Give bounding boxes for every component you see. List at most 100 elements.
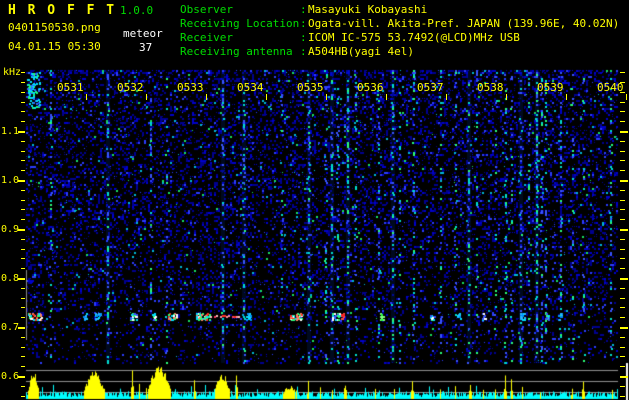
info-separator: : — [300, 3, 307, 16]
axis-tick — [620, 141, 625, 142]
time-axis-label: 0531 — [57, 81, 84, 94]
echo-count: 37 — [139, 41, 153, 54]
axis-tick — [620, 160, 625, 161]
axis-tick — [18, 131, 25, 133]
datetime-label: 04.01.15 05:30 — [8, 40, 101, 53]
axis-tick — [21, 249, 25, 250]
axis-tick — [620, 170, 625, 171]
axis-tick — [620, 258, 625, 259]
freq-axis-label: 1.0 — [1, 175, 20, 186]
axis-tick — [21, 141, 25, 142]
info-label: Observer — [180, 3, 233, 16]
info-row-observer: Observer : Masayuki Kobayashi — [180, 3, 427, 17]
axis-tick — [506, 94, 507, 100]
axis-tick — [266, 94, 267, 100]
info-value: Masayuki Kobayashi — [308, 3, 428, 16]
axis-tick — [620, 72, 625, 73]
axis-tick — [446, 94, 447, 100]
axis-tick — [21, 121, 25, 122]
axis-tick — [620, 190, 625, 191]
mode-label: meteor — [123, 27, 163, 40]
axis-tick — [620, 278, 628, 280]
axis-tick — [620, 376, 628, 378]
axis-tick — [620, 268, 625, 269]
info-label: Receiving antenna — [180, 45, 293, 58]
axis-tick — [21, 366, 25, 367]
time-axis-label: 0539 — [537, 81, 564, 94]
axis-tick — [86, 94, 87, 100]
info-value: A504HB(yagi 4el) — [308, 45, 414, 58]
axis-tick — [620, 288, 625, 289]
axis-tick — [21, 386, 25, 387]
axis-tick — [18, 376, 25, 378]
hrofft-screen: H R O F F T 1.0.0 0401150530.png meteor … — [0, 0, 629, 400]
axis-tick — [21, 209, 25, 210]
axis-tick — [21, 170, 25, 171]
app-version: 1.0.0 — [120, 4, 154, 17]
axis-tick — [21, 111, 25, 112]
info-value: ICOM IC-575 53.7492(@LCD)MHz USB — [308, 31, 520, 44]
axis-tick — [21, 298, 25, 299]
axis-tick — [620, 337, 625, 338]
axis-tick — [206, 94, 207, 100]
freq-axis-label: 0.8 — [1, 273, 20, 284]
axis-tick — [620, 131, 628, 133]
info-row-receiver: Receiver : ICOM IC-575 53.7492(@LCD)MHz … — [180, 31, 520, 45]
freq-axis-unit: kHz — [3, 67, 22, 78]
axis-tick — [620, 347, 625, 348]
axis-tick — [620, 366, 625, 367]
time-axis-label: 0532 — [117, 81, 144, 94]
axis-tick — [620, 121, 625, 122]
freq-axis-label: 1.1 — [1, 126, 20, 137]
axis-tick — [21, 102, 25, 103]
axis-tick — [21, 72, 25, 73]
info-label: Receiver — [180, 31, 233, 44]
info-row-antenna: Receiving antenna : A504HB(yagi 4el) — [180, 45, 414, 59]
axis-tick — [21, 160, 25, 161]
time-axis-label: 0538 — [477, 81, 504, 94]
axis-tick — [21, 396, 25, 397]
output-filename: 0401150530.png — [8, 21, 101, 34]
time-axis-label: 0540 — [597, 81, 624, 94]
axis-tick — [21, 258, 25, 259]
axis-tick — [620, 396, 625, 397]
axis-tick — [620, 151, 625, 152]
axis-tick — [620, 239, 625, 240]
axis-tick — [620, 386, 625, 387]
app-title: H R O F F T — [8, 3, 117, 18]
time-axis-label: 0537 — [417, 81, 444, 94]
axis-tick — [620, 356, 625, 357]
info-row-location: Receiving Location : Ogata-vill. Akita-P… — [180, 17, 619, 31]
info-label: Receiving Location — [180, 17, 300, 30]
axis-tick — [21, 92, 25, 93]
axis-tick — [620, 180, 628, 182]
freq-axis-label: 0.7 — [1, 322, 20, 333]
time-axis-label: 0535 — [297, 81, 324, 94]
info-separator: : — [300, 45, 307, 58]
axis-tick — [21, 200, 25, 201]
axis-tick — [620, 327, 628, 329]
axis-tick — [21, 288, 25, 289]
time-axis-label: 0533 — [177, 81, 204, 94]
time-axis-label: 0534 — [237, 81, 264, 94]
axis-tick — [18, 180, 25, 182]
time-axis-label: 0536 — [357, 81, 384, 94]
axis-tick — [626, 94, 627, 100]
axis-tick — [620, 209, 625, 210]
axis-tick — [620, 249, 625, 250]
axis-tick — [620, 307, 625, 308]
axis-tick — [146, 94, 147, 100]
axis-tick — [620, 219, 625, 220]
axis-tick — [21, 337, 25, 338]
axis-tick — [386, 94, 387, 100]
axis-tick — [566, 94, 567, 100]
axis-tick — [620, 317, 625, 318]
axis-tick — [326, 94, 327, 100]
info-value: Ogata-vill. Akita-Pref. JAPAN (139.96E, … — [308, 17, 620, 30]
axis-tick — [21, 317, 25, 318]
axis-tick — [21, 356, 25, 357]
axis-tick — [21, 82, 25, 83]
freq-axis-label: 0.6 — [1, 371, 20, 382]
axis-tick — [18, 327, 25, 329]
axis-tick — [620, 229, 628, 231]
